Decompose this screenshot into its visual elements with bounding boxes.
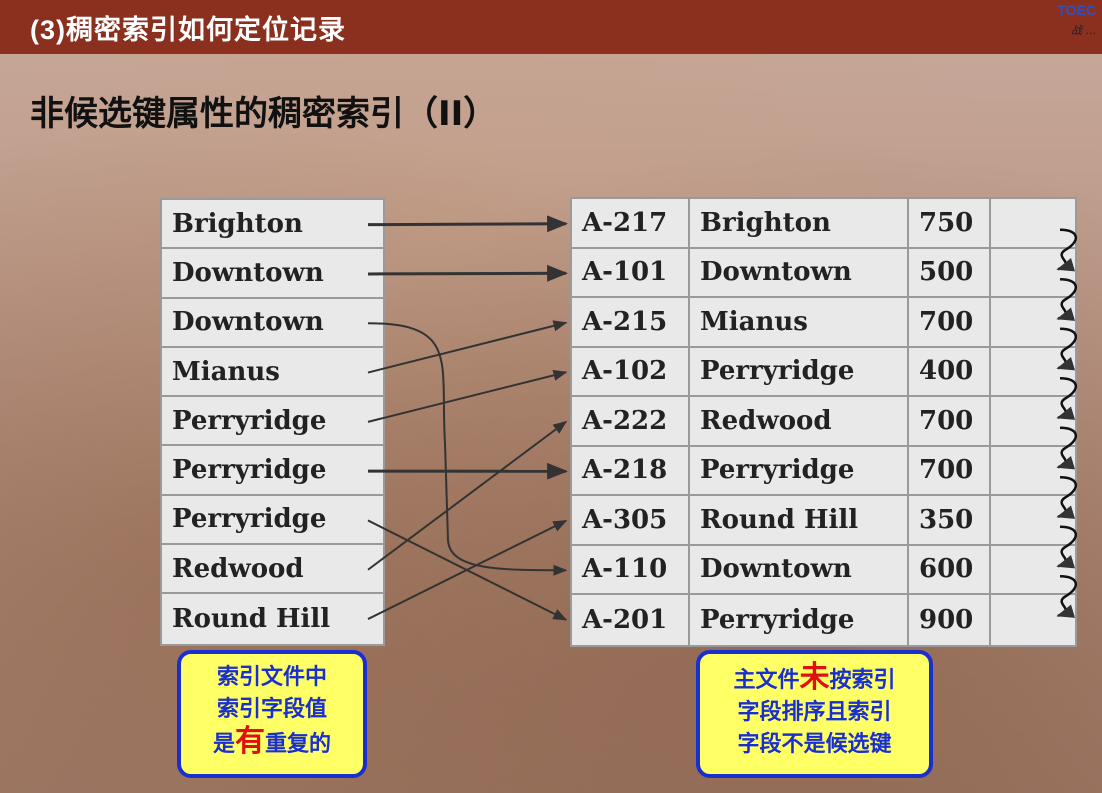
note-text: 按索引 <box>829 668 896 693</box>
amount-cell: 700 <box>909 298 991 346</box>
branch-cell: Perryridge <box>690 347 909 395</box>
amount-cell: 750 <box>909 199 991 247</box>
amount-cell: 350 <box>909 496 991 544</box>
account-cell: A-215 <box>572 298 690 346</box>
account-cell: A-102 <box>572 347 690 395</box>
section-title: (3)稠密索引如何定位记录 <box>30 15 346 45</box>
account-cell: A-110 <box>572 545 690 593</box>
pointer-cell <box>991 496 1075 544</box>
pointer-cell <box>991 348 1075 396</box>
pointer-cell <box>991 199 1075 247</box>
record-row: A-217 Brighton 750 <box>572 199 1075 249</box>
note-line: 是有重复的 <box>181 726 363 761</box>
account-cell: A-201 <box>572 595 690 645</box>
record-row: A-201 Perryridge 900 <box>572 595 1075 645</box>
note-emphasis: 未 <box>799 660 830 695</box>
branch-cell: Brighton <box>690 199 909 247</box>
note-text: 重复的 <box>265 732 332 757</box>
record-row: A-102 Perryridge 400 <box>572 347 1075 397</box>
note-line: 主文件未按索引 <box>700 662 929 697</box>
note-line: 字段不是候选键 <box>737 732 892 757</box>
pointer-cell <box>991 546 1075 594</box>
index-pointer-arrow <box>367 264 569 282</box>
amount-cell: 500 <box>909 248 991 296</box>
amount-cell: 600 <box>909 545 991 593</box>
amount-cell: 900 <box>909 595 991 645</box>
index-entry: Mianus <box>172 356 280 387</box>
note-line: 索引文件中 <box>216 665 327 690</box>
record-row: A-110 Downtown 600 <box>572 545 1075 595</box>
index-row: Downtown <box>162 299 383 348</box>
index-entry: Downtown <box>172 257 324 288</box>
index-entry: Perryridge <box>172 504 327 535</box>
record-row: A-305 Round Hill 350 <box>572 496 1075 546</box>
note-index-duplicates: 索引文件中 索引字段值 是有重复的 <box>177 650 367 778</box>
index-pointer-arrow <box>367 215 569 233</box>
index-pointer-arrow <box>367 369 568 423</box>
index-pointer-arrow <box>367 519 568 620</box>
note-text: 是 <box>212 732 235 757</box>
pointer-cell <box>991 595 1075 645</box>
index-row: Redwood <box>162 545 383 595</box>
record-row: A-218 Perryridge 700 <box>572 446 1075 496</box>
index-entry: Brighton <box>172 208 303 239</box>
index-entry: Round Hill <box>172 604 331 635</box>
slide-title: 非候选键属性的稠密索引（II） <box>30 94 498 134</box>
amount-cell: 400 <box>909 347 991 395</box>
branch-cell: Perryridge <box>690 446 909 494</box>
index-row: Perryridge <box>162 496 383 546</box>
index-row: Round Hill <box>162 594 383 643</box>
branch-cell: Downtown <box>690 545 909 593</box>
amount-cell: 700 <box>909 446 991 494</box>
pointer-cell <box>991 298 1075 346</box>
index-pointer-arrow <box>367 320 568 374</box>
note-line: 索引字段值 <box>216 697 327 722</box>
index-row: Perryridge <box>162 397 383 447</box>
note-main-file-unsorted: 主文件未按索引 字段排序且索引 字段不是候选键 <box>696 650 933 778</box>
logo-subtitle: 战 ... <box>1071 24 1096 37</box>
pointer-cell <box>991 397 1075 445</box>
index-row: Downtown <box>162 249 383 299</box>
record-row: A-101 Downtown 500 <box>572 248 1075 298</box>
record-row: A-222 Redwood 700 <box>572 397 1075 447</box>
index-entry: Perryridge <box>172 455 327 486</box>
pointer-cell <box>991 447 1075 495</box>
index-pointer-arrow <box>367 420 568 571</box>
note-emphasis: 有 <box>235 724 265 759</box>
logo: TOEC <box>1057 2 1096 18</box>
main-file-table: A-217 Brighton 750 A-101 Downtown 500 A-… <box>570 197 1077 647</box>
index-pointer-arrow <box>367 322 568 576</box>
account-cell: A-218 <box>572 446 690 494</box>
index-file-table: Brighton Downtown Downtown Mianus Perryr… <box>160 198 385 646</box>
branch-cell: Perryridge <box>690 595 909 645</box>
account-cell: A-101 <box>572 248 690 296</box>
branch-cell: Redwood <box>690 397 909 445</box>
index-row: Perryridge <box>162 447 383 496</box>
account-cell: A-217 <box>572 199 690 247</box>
note-text: 主文件 <box>733 668 800 693</box>
branch-cell: Mianus <box>690 298 909 346</box>
header-bar: (3)稠密索引如何定位记录 TOEC 战 ... <box>0 0 1102 54</box>
branch-cell: Round Hill <box>690 496 909 544</box>
index-entry: Downtown <box>172 307 324 338</box>
pointer-cell <box>991 249 1075 297</box>
index-row: Brighton <box>162 200 383 250</box>
note-line: 字段排序且索引 <box>737 700 892 725</box>
index-entry: Perryridge <box>172 405 327 436</box>
account-cell: A-222 <box>572 397 690 445</box>
index-row: Mianus <box>162 348 383 398</box>
index-entry: Redwood <box>172 553 304 584</box>
record-row: A-215 Mianus 700 <box>572 298 1075 348</box>
amount-cell: 700 <box>909 397 991 445</box>
index-pointer-arrow <box>367 519 568 621</box>
account-cell: A-305 <box>572 496 690 544</box>
branch-cell: Downtown <box>690 248 909 296</box>
